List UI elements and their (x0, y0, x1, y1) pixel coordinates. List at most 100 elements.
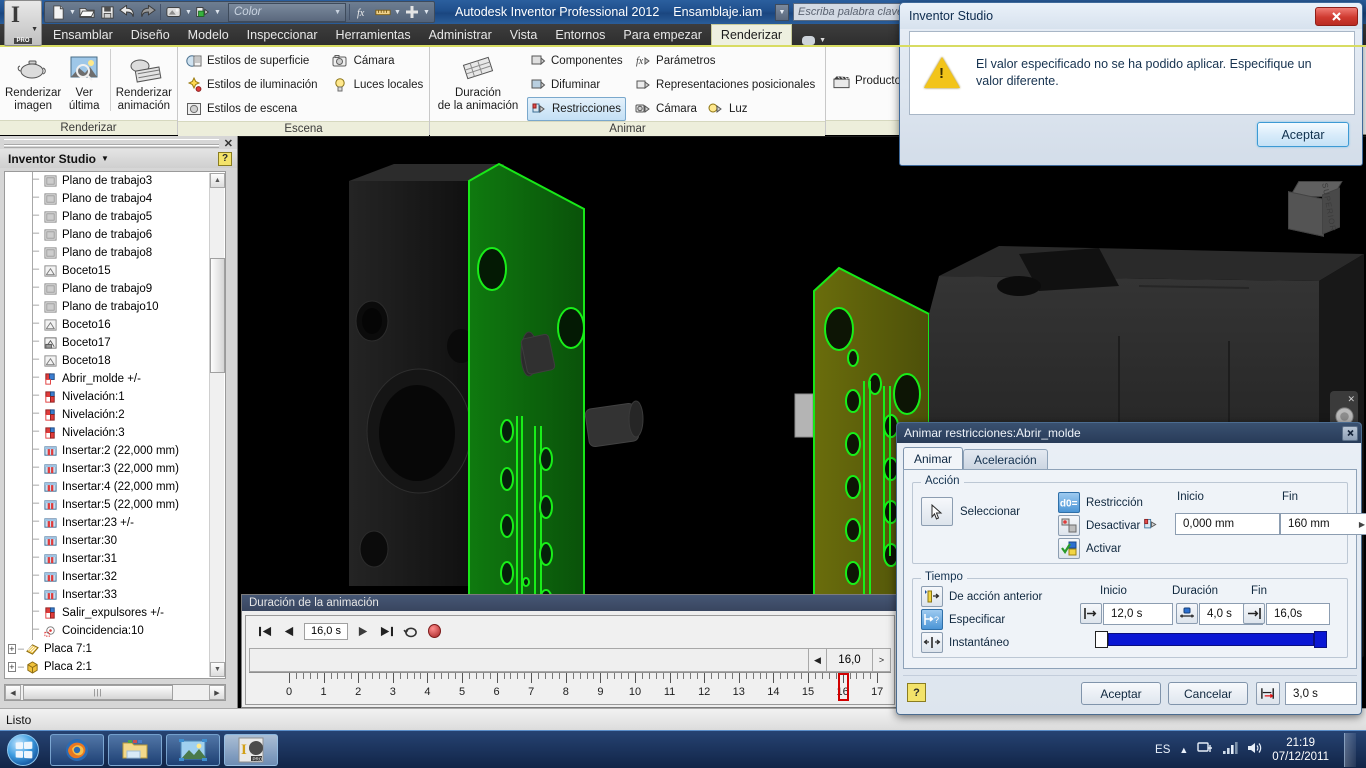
add-icon[interactable] (402, 3, 422, 22)
local-lights-button[interactable]: Luces locales (330, 73, 423, 97)
animate-parameters-button[interactable]: fx Parámetros (632, 49, 815, 73)
tree-item[interactable]: – Boceto17 (5, 334, 225, 352)
option-restriccion[interactable]: d0= Restricción (1058, 491, 1143, 514)
tree-item[interactable]: – Insertar:2 (22,000 mm) (5, 442, 225, 460)
timeline-end-value[interactable]: 16,0 (826, 649, 872, 671)
tab-administrar[interactable]: Administrar (420, 24, 501, 45)
animate-camera-button[interactable]: Cámara (634, 101, 697, 118)
new-file-dropdown-icon[interactable]: ▼ (68, 9, 77, 16)
help-icon[interactable]: ? (907, 683, 926, 702)
application-menu-button[interactable]: I ▼ PRO (4, 0, 42, 46)
undo-icon[interactable] (117, 3, 137, 22)
spinner-icon[interactable]: ▶ (1359, 520, 1365, 529)
loop-button[interactable] (403, 625, 419, 638)
option-desactivar[interactable]: Desactivar (1058, 514, 1143, 537)
tree-item[interactable]: – Insertar:32 (5, 568, 225, 586)
tiempo-inicio-field[interactable]: 12,0 s (1103, 603, 1173, 625)
set-time-icon[interactable] (1256, 682, 1280, 705)
tree-item[interactable]: – Salir_expulsores +/- (5, 604, 225, 622)
new-file-icon[interactable] (48, 3, 68, 22)
tree-item[interactable]: – Plano de trabajo9 (5, 280, 225, 298)
measure-icon[interactable] (373, 3, 393, 22)
time-range-slider[interactable] (1095, 630, 1327, 649)
tree-item[interactable]: – Boceto15 (5, 262, 225, 280)
fx-parameters-icon[interactable]: fx (353, 3, 373, 22)
taskbar-explorer[interactable] (108, 733, 162, 766)
tree-vertical-scrollbar[interactable]: ▲ ▼ (209, 173, 225, 677)
appearance-icon[interactable] (164, 3, 184, 22)
taskbar-firefox[interactable] (50, 733, 104, 766)
taskbar-inventor[interactable]: I PRO (224, 733, 278, 766)
tab-vista[interactable]: Vista (501, 24, 547, 45)
tree-horizontal-scrollbar[interactable]: ◀ ||| ▶ (4, 684, 226, 701)
timeline-ruler[interactable]: 0 1 2 3 4 5 6 7 8 9 10 11 12 13 14 15 16 17 (249, 672, 891, 702)
positional-representations-button[interactable]: Representaciones posicionales (632, 73, 815, 97)
scroll-down-arrow[interactable]: ▼ (210, 662, 225, 677)
color-combo[interactable]: Color ▼ (228, 2, 346, 22)
save-icon[interactable] (97, 3, 117, 22)
tree-item[interactable]: – Nivelación:1 (5, 388, 225, 406)
timeline-action-strip[interactable]: ◀ 16,0 > (249, 648, 891, 672)
tree-item[interactable]: – Abrir_molde +/- (5, 370, 225, 388)
end-time-icon[interactable] (1243, 603, 1265, 624)
tree-item[interactable]: – Boceto16 (5, 316, 225, 334)
material-icon[interactable] (193, 3, 213, 22)
tiempo-fin-field[interactable]: 16,0s (1266, 603, 1330, 625)
model-tree[interactable]: ▲ ▼ – Plano de trabajo3 – Plano de trabajo4… (4, 171, 226, 679)
accept-button[interactable]: Aceptar (1257, 122, 1349, 147)
scene-styles-button[interactable]: Estilos de escena (183, 97, 318, 121)
tree-item[interactable]: – Nivelación:2 (5, 406, 225, 424)
appearance-dropdown-icon[interactable]: ▼ (184, 9, 193, 16)
record-button[interactable] (428, 624, 441, 638)
close-button[interactable] (1342, 425, 1358, 441)
slider-handle-end[interactable] (1314, 631, 1327, 648)
tab-inspeccionar[interactable]: Inspeccionar (238, 24, 327, 45)
show-desktop-button[interactable] (1344, 732, 1356, 767)
slider-handle-start[interactable] (1095, 631, 1108, 648)
animate-light-button[interactable]: Luz (707, 101, 747, 118)
option-especificar[interactable]: ? Especificar (921, 608, 1042, 631)
tab-aceleracion[interactable]: Aceleración (963, 449, 1048, 469)
option-activar[interactable]: Activar (1058, 537, 1143, 560)
step-back-button[interactable] (282, 625, 295, 638)
animation-timeline-button[interactable]: Duración de la animación (435, 49, 521, 113)
go-to-start-button[interactable] (258, 625, 273, 638)
show-hidden-icons[interactable]: ▲ (1179, 745, 1188, 755)
tree-item[interactable]: – Plano de trabajo10 (5, 298, 225, 316)
scroll-thumb[interactable] (210, 258, 225, 373)
signal-icon[interactable] (1222, 741, 1238, 758)
hscroll-left-arrow[interactable]: ◀ (5, 685, 21, 700)
close-icon[interactable]: ✕ (1347, 395, 1355, 404)
timeline-scroll-right-button[interactable]: > (872, 649, 890, 671)
render-image-button[interactable]: Renderizar imagen (5, 49, 61, 113)
language-indicator[interactable]: ES (1155, 744, 1170, 756)
slider-track[interactable] (1108, 633, 1314, 646)
tree-item[interactable]: – Coincidencia:10 (5, 622, 225, 640)
tree-item[interactable]: – Insertar:23 +/- (5, 514, 225, 532)
video-producer-button[interactable]: Producto (831, 69, 901, 93)
close-icon[interactable]: ✕ (224, 137, 233, 150)
qat-overflow-icon[interactable]: ▼ (422, 9, 431, 16)
tree-item[interactable]: – Plano de trabajo4 (5, 190, 225, 208)
open-file-icon[interactable] (77, 3, 97, 22)
measure-dropdown-icon[interactable]: ▼ (393, 9, 402, 16)
redo-icon[interactable] (137, 3, 157, 22)
browser-grip[interactable]: ✕ (0, 136, 237, 150)
lighting-styles-button[interactable]: Estilos de iluminación (183, 73, 318, 97)
cancel-button[interactable]: Cancelar (1168, 682, 1248, 705)
tree-item[interactable]: – Insertar:4 (22,000 mm) (5, 478, 225, 496)
tree-item[interactable]: – Insertar:31 (5, 550, 225, 568)
tree-item[interactable]: + – Placa 7:1 (5, 640, 225, 658)
timeline-current-time-field[interactable]: 16,0 s (304, 622, 348, 640)
hscroll-right-arrow[interactable]: ▶ (209, 685, 225, 700)
tab-renderizar[interactable]: Renderizar (710, 24, 793, 45)
start-time-icon[interactable] (1080, 603, 1102, 624)
tree-item[interactable]: – Boceto18 (5, 352, 225, 370)
help-icon[interactable]: ? (218, 151, 232, 166)
tab-modelo[interactable]: Modelo (179, 24, 238, 45)
accion-fin-field[interactable]: 160 mm ▶ (1280, 513, 1366, 535)
go-to-end-button[interactable] (379, 625, 394, 638)
start-button[interactable] (0, 732, 46, 768)
select-button[interactable] (921, 497, 953, 526)
timeline-playhead[interactable] (837, 673, 849, 701)
